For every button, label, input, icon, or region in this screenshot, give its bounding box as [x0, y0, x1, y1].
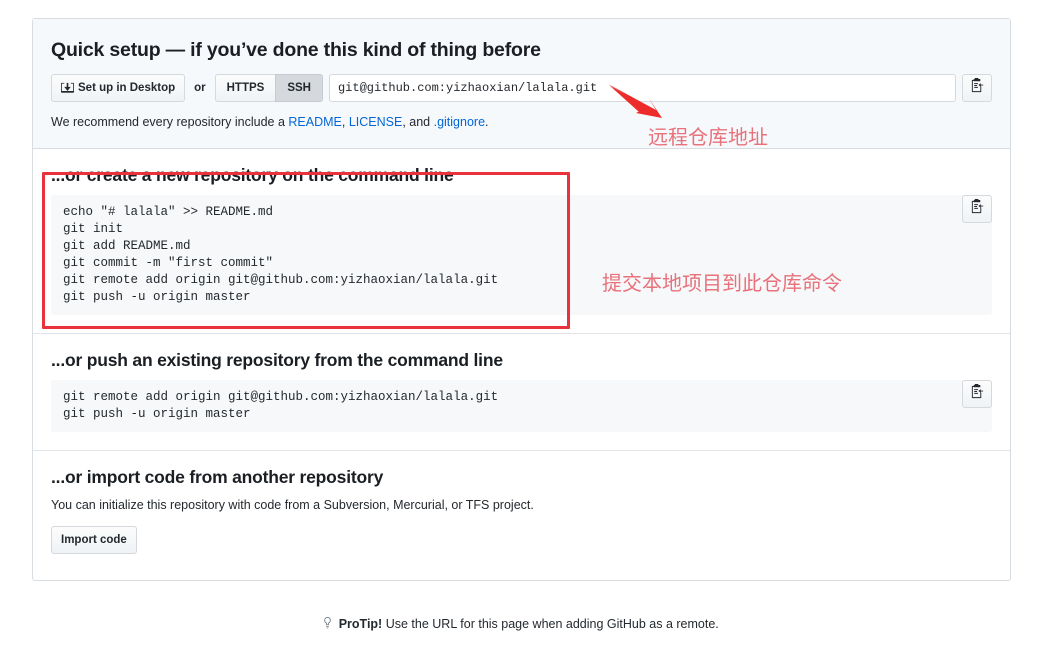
create-code-wrap: echo "# lalala" >> README.md git init gi… — [51, 194, 992, 315]
lightbulb-icon — [322, 617, 336, 631]
copy-create-code-button[interactable] — [962, 194, 992, 223]
push-code-block: git remote add origin git@github.com:yiz… — [51, 379, 992, 432]
copy-url-button[interactable] — [962, 74, 992, 103]
push-section-title: ...or push an existing repository from t… — [51, 349, 503, 370]
gitignore-link[interactable]: .gitignore — [434, 115, 485, 129]
clone-url-row: Set up in Desktop or HTTPS SSH git@githu… — [51, 74, 992, 103]
recommend-suffix: . — [485, 115, 489, 130]
push-code-wrap: git remote add origin git@github.com:yiz… — [51, 379, 992, 432]
protocol-https-button[interactable]: HTTPS — [214, 74, 276, 103]
annotation-arrow-icon — [606, 80, 668, 127]
protocol-ssh-button[interactable]: SSH — [275, 74, 323, 103]
create-repository-section: ...or create a new repository on the com… — [33, 149, 1010, 334]
recommend-sep1: , — [341, 115, 349, 130]
recommend-prefix: We recommend every repository include a — [51, 115, 289, 130]
page-title: Quick setup — if you’ve done this kind o… — [51, 39, 541, 61]
page-root: Quick setup — if you’ve done this kind o… — [0, 0, 1041, 652]
copy-push-code-button[interactable] — [962, 379, 992, 408]
clipboard-icon — [970, 383, 985, 404]
annotation-url-note: 远程仓库地址 — [648, 125, 768, 149]
recommend-text: We recommend every repository include a … — [51, 114, 992, 132]
protip-text: Use the URL for this page when adding Gi… — [385, 617, 719, 631]
import-section-title: ...or import code from another repositor… — [51, 466, 384, 487]
quick-setup-panel: Quick setup — if you’ve done this kind o… — [32, 18, 1011, 582]
import-code-button[interactable]: Import code — [51, 526, 137, 555]
clipboard-icon — [970, 198, 985, 219]
create-code-block: echo "# lalala" >> README.md git init gi… — [51, 194, 992, 315]
clipboard-icon — [970, 78, 985, 98]
set-up-in-desktop-button[interactable]: Set up in Desktop — [51, 74, 186, 103]
import-section-subtitle: You can initialize this repository with … — [51, 497, 534, 512]
recommend-sep2: , and — [402, 115, 434, 130]
push-repository-section: ...or push an existing repository from t… — [33, 334, 1010, 451]
readme-link[interactable]: README — [288, 115, 341, 129]
create-section-title: ...or create a new repository on the com… — [51, 164, 454, 185]
protip-label: ProTip! — [338, 617, 383, 631]
desktop-download-icon — [61, 82, 74, 95]
protocol-selector: HTTPS SSH — [214, 74, 323, 103]
quick-setup-header: Quick setup — if you’ve done this kind o… — [33, 19, 1010, 149]
license-link[interactable]: LICENSE — [349, 115, 403, 129]
annotation-command-note: 提交本地项目到此仓库命令 — [602, 271, 842, 295]
protip-footer: ProTip! Use the URL for this page when a… — [0, 617, 1041, 631]
or-label: or — [194, 82, 206, 95]
import-code-section: ...or import code from another repositor… — [33, 451, 1010, 581]
set-up-in-desktop-label: Set up in Desktop — [78, 82, 176, 95]
